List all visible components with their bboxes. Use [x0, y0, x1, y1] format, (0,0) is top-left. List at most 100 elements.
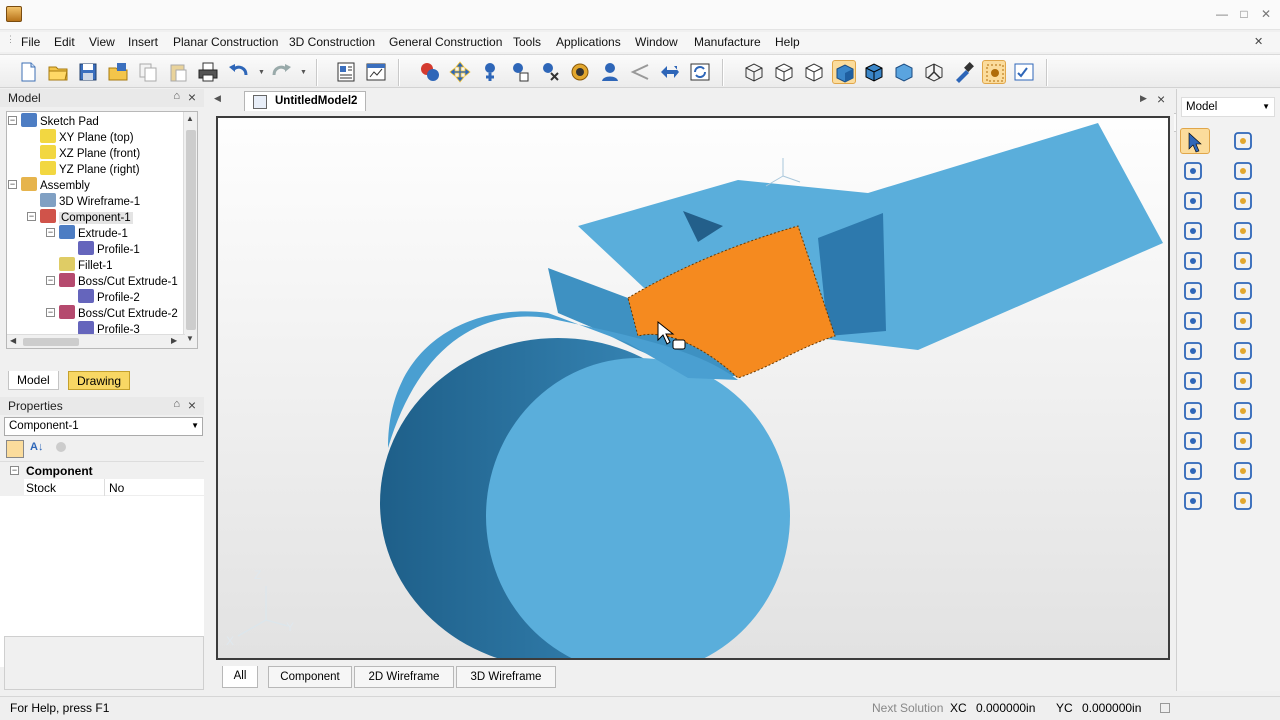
tree-item[interactable]: Boss/Cut Extrude-1	[59, 273, 178, 289]
app-icon[interactable]	[6, 6, 22, 22]
save-as-folder-icon[interactable]	[106, 60, 130, 84]
3d-viewport[interactable]: Z X Y	[216, 116, 1170, 660]
pin-icon[interactable]: ⌂	[173, 398, 180, 410]
next-solution-button[interactable]: Next Solution	[872, 701, 943, 715]
shaded-view-icon[interactable]	[832, 60, 856, 84]
chevron-down-icon[interactable]: ▼	[191, 421, 199, 430]
undo-dropdown-icon[interactable]: ▼	[258, 69, 265, 76]
pan-view-icon[interactable]	[658, 60, 682, 84]
box-dimension-icon[interactable]	[1230, 128, 1260, 154]
shaded-edges-view-icon[interactable]	[862, 60, 886, 84]
catalog-selector[interactable]: Model ▼	[1181, 97, 1275, 117]
zoom-direction-icon[interactable]	[628, 60, 652, 84]
menu-view[interactable]: View	[89, 35, 115, 49]
collapse-icon[interactable]: −	[8, 180, 17, 189]
chevron-down-icon[interactable]: ▼	[1262, 102, 1270, 111]
rectangle-tool-icon[interactable]	[1180, 428, 1210, 454]
rectangle-3d-icon[interactable]	[1230, 338, 1260, 364]
collapse-icon[interactable]: −	[46, 308, 55, 317]
property-category-row[interactable]: − Component	[0, 462, 204, 479]
3d-model-view[interactable]	[218, 118, 1168, 658]
collapse-icon[interactable]: −	[27, 212, 36, 221]
size-grip-icon[interactable]	[1160, 703, 1170, 713]
scroll-left-icon[interactable]: ◀	[10, 336, 16, 345]
hscroll-thumb[interactable]	[23, 338, 79, 346]
sphere-boolean-icon[interactable]	[1230, 368, 1260, 394]
user-view-icon[interactable]	[598, 60, 622, 84]
menu-manufacture[interactable]: Manufacture	[694, 35, 761, 49]
paint-bucket-icon[interactable]	[1230, 278, 1260, 304]
tree-vertical-scrollbar[interactable]: ▲ ▼	[183, 112, 197, 348]
chart-window-icon[interactable]	[364, 60, 388, 84]
menu-help[interactable]: Help	[775, 35, 800, 49]
tree-item[interactable]: Assembly	[21, 177, 90, 193]
tree-item[interactable]: Profile-2	[78, 289, 140, 305]
box-3d-icon[interactable]	[1230, 308, 1260, 334]
realistic-view-icon[interactable]	[892, 60, 916, 84]
cylinder-tool-icon[interactable]	[1230, 458, 1260, 484]
move-icon[interactable]	[448, 60, 472, 84]
offset-tool-icon[interactable]	[1180, 488, 1210, 514]
visible-line-view-icon[interactable]	[802, 60, 826, 84]
tree-horizontal-scrollbar[interactable]: ◀ ▶	[7, 334, 185, 348]
tree-item[interactable]: Profile-1	[78, 241, 140, 257]
hidden-line-view-icon[interactable]	[772, 60, 796, 84]
close-icon[interactable]: ✕	[1258, 7, 1274, 21]
angle-axis-icon[interactable]	[1230, 188, 1260, 214]
menu-edit[interactable]: Edit	[54, 35, 75, 49]
tree-item[interactable]: XY Plane (top)	[40, 129, 134, 145]
menu-general-construction[interactable]: General Construction	[389, 35, 502, 49]
arc-tool-icon[interactable]	[1180, 338, 1210, 364]
select-arrow-icon[interactable]	[1180, 128, 1210, 154]
tree-item[interactable]: Boss/Cut Extrude-2	[59, 305, 178, 321]
document-tab[interactable]: UntitledModel2	[244, 91, 366, 111]
add-constraint-icon[interactable]	[478, 60, 502, 84]
tree-item[interactable]: Fillet-1	[59, 257, 113, 273]
angle-dimension-icon[interactable]	[1230, 218, 1260, 244]
tab-model[interactable]: Model	[8, 371, 59, 390]
polyline-tool-icon[interactable]	[1180, 188, 1210, 214]
measure-help-icon[interactable]	[1230, 398, 1260, 424]
view-tab-all[interactable]: All	[222, 666, 258, 688]
equation-tool-icon[interactable]	[1012, 60, 1036, 84]
remove-constraint-icon[interactable]	[538, 60, 562, 84]
spline-tool-icon[interactable]	[1180, 248, 1210, 274]
menu-window[interactable]: Window	[635, 35, 678, 49]
axes-display-icon[interactable]	[922, 60, 946, 84]
wireframe-view-icon[interactable]	[742, 60, 766, 84]
tree-item[interactable]: XZ Plane (front)	[40, 145, 140, 161]
select-filter-icon[interactable]	[982, 60, 1006, 84]
tab-scroll-right-icon[interactable]: ▶	[1140, 93, 1147, 104]
collapse-icon[interactable]: −	[46, 276, 55, 285]
view-tab-3d-wireframe[interactable]: 3D Wireframe	[456, 666, 556, 688]
collapse-icon[interactable]: −	[8, 116, 17, 125]
menu-insert[interactable]: Insert	[128, 35, 158, 49]
refresh-view-icon[interactable]	[688, 60, 712, 84]
render-brush-icon[interactable]	[952, 60, 976, 84]
close-panel-icon[interactable]: ×	[188, 89, 196, 105]
restore-icon[interactable]: □	[1236, 7, 1252, 21]
sort-alphabetical-icon[interactable]: A↓	[30, 441, 43, 453]
scroll-thumb[interactable]	[186, 130, 196, 330]
close-document-icon[interactable]: ×	[1157, 91, 1165, 107]
view-tab-component[interactable]: Component	[268, 666, 352, 688]
tree-item[interactable]: 3D Wireframe-1	[40, 193, 140, 209]
print-icon[interactable]	[196, 60, 220, 84]
trim-tool-icon[interactable]	[1180, 458, 1210, 484]
menu-tools[interactable]: Tools	[513, 35, 541, 49]
assembly-tool-icon[interactable]	[418, 60, 442, 84]
menu-close-icon[interactable]: ✕	[1254, 35, 1263, 48]
line-tool-icon[interactable]	[1180, 158, 1210, 184]
close-panel-icon[interactable]: ×	[188, 397, 196, 413]
properties-sheet-icon[interactable]	[334, 60, 358, 84]
ellipse-tool-icon[interactable]	[1180, 278, 1210, 304]
categorized-icon[interactable]	[6, 440, 24, 458]
undo-icon[interactable]	[226, 60, 250, 84]
menu-applications[interactable]: Applications	[556, 35, 621, 49]
align-tool-icon[interactable]	[508, 60, 532, 84]
pin-icon[interactable]: ⌂	[173, 90, 180, 102]
open-folder-icon[interactable]	[46, 60, 70, 84]
property-row[interactable]: Stock No	[0, 479, 204, 496]
scroll-down-icon[interactable]: ▼	[186, 334, 194, 343]
tab-scroll-left-icon[interactable]: ◀	[214, 93, 221, 104]
